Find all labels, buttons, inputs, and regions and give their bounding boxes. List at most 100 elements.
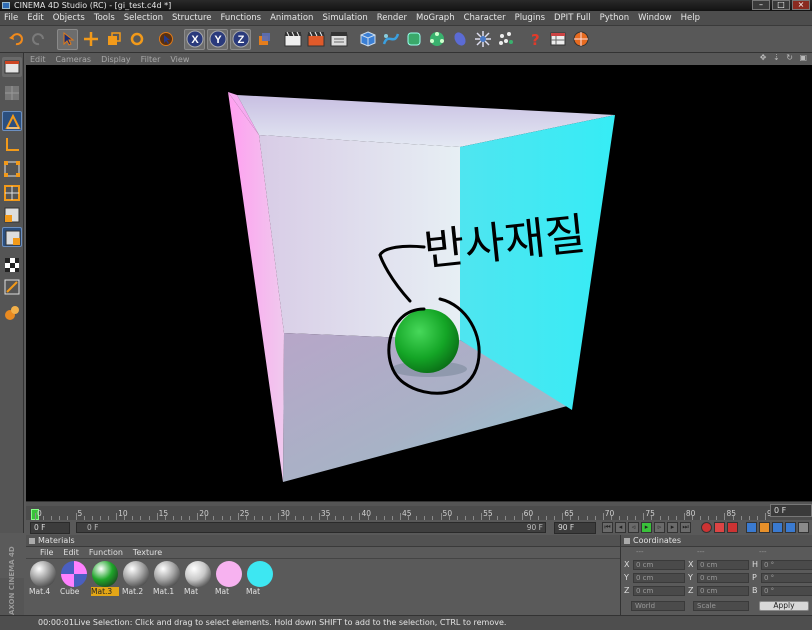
minimize-button[interactable]: – — [752, 0, 770, 10]
menu-file[interactable]: File — [4, 13, 18, 23]
viewport-menu-display[interactable]: Display — [101, 55, 131, 64]
current-frame-field[interactable]: 0 F — [30, 522, 70, 534]
undo-button[interactable] — [5, 29, 26, 50]
menu-plugins[interactable]: Plugins — [515, 13, 545, 23]
coordinate-value-field[interactable]: 0 ° — [761, 559, 812, 570]
menu-mograph[interactable]: MoGraph — [416, 13, 455, 23]
menu-selection[interactable]: Selection — [124, 13, 163, 23]
viewport-navigation-icons[interactable]: ✥ ⇣ ↻ ▣ — [760, 53, 809, 62]
close-button[interactable]: × — [792, 0, 810, 10]
materials-menu-texture[interactable]: Texture — [133, 548, 162, 557]
add-cube-button[interactable] — [357, 29, 378, 50]
material-swatch[interactable]: Mat.4 — [28, 561, 58, 597]
menu-python[interactable]: Python — [600, 13, 629, 23]
menu-tools[interactable]: Tools — [94, 13, 115, 23]
timeline-ruler[interactable]: 051015202530354045505560657075808590 0 F — [26, 501, 812, 520]
next-key-button[interactable]: ▸ — [667, 522, 678, 533]
y-axis-lock[interactable]: Y — [207, 28, 228, 50]
menu-edit[interactable]: Edit — [27, 13, 43, 23]
uv-mode-button[interactable] — [2, 227, 22, 247]
preview-range-slider[interactable]: 0 F 90 F — [76, 522, 546, 533]
add-array-button[interactable] — [426, 29, 447, 50]
menu-character[interactable]: Character — [464, 13, 506, 23]
autokey-button[interactable] — [714, 522, 725, 533]
polygons-mode-button[interactable] — [2, 205, 22, 225]
timeline-end-frame[interactable]: 0 F — [770, 504, 812, 517]
coordinate-value-field[interactable]: 0 cm — [633, 585, 685, 596]
go-to-start-button[interactable]: ⏮ — [602, 522, 613, 533]
materials-menu-file[interactable]: File — [40, 548, 53, 557]
max-frame-field[interactable]: 90 F — [554, 522, 596, 534]
add-deformer-button[interactable] — [449, 29, 470, 50]
material-swatch[interactable]: Mat — [245, 561, 275, 597]
play-button[interactable]: ▸ — [641, 522, 652, 533]
material-swatch[interactable]: Mat.3 — [90, 561, 120, 597]
coordinate-system-button[interactable] — [253, 29, 274, 50]
object-manager-button[interactable] — [547, 29, 568, 50]
material-swatch[interactable]: Mat.1 — [152, 561, 182, 597]
menu-functions[interactable]: Functions — [221, 13, 262, 23]
render-settings-button[interactable] — [328, 29, 349, 50]
coordinate-value-field[interactable]: 0 cm — [633, 572, 685, 583]
previous-key-button[interactable]: ◂ — [615, 522, 626, 533]
record-parameter-button[interactable] — [785, 522, 796, 533]
coordinate-value-field[interactable]: 0 ° — [761, 572, 812, 583]
viewport-menu-view[interactable]: View — [170, 55, 189, 64]
menu-objects[interactable]: Objects — [53, 13, 85, 23]
coordinate-value-field[interactable]: 0 cm — [697, 572, 749, 583]
viewport-3d[interactable]: 반사재질 — [26, 65, 812, 501]
add-scene-button[interactable] — [472, 29, 493, 50]
size-mode-dropdown[interactable]: Scale — [693, 601, 749, 611]
sculpt-button[interactable] — [2, 303, 22, 323]
record-button[interactable] — [701, 522, 712, 533]
go-to-end-button[interactable]: ⏭ — [680, 522, 691, 533]
object-axis-button[interactable] — [2, 135, 22, 155]
previous-frame-button[interactable]: ◃ — [628, 522, 639, 533]
add-nurbs-button[interactable] — [403, 29, 424, 50]
menu-simulation[interactable]: Simulation — [322, 13, 367, 23]
timeline-track[interactable]: 051015202530354045505560657075808590 — [26, 506, 812, 520]
render-view-button[interactable] — [282, 29, 303, 50]
menu-structure[interactable]: Structure — [172, 13, 212, 23]
web-button[interactable] — [570, 29, 591, 50]
live-selection-tool[interactable] — [57, 28, 78, 50]
material-swatch[interactable]: Cube — [59, 561, 89, 597]
coordinate-value-field[interactable]: 0 cm — [697, 585, 749, 596]
record-position-button[interactable] — [746, 522, 757, 533]
add-spline-button[interactable] — [380, 29, 401, 50]
materials-menu-function[interactable]: Function — [89, 548, 123, 557]
materials-menu-edit[interactable]: Edit — [63, 548, 79, 557]
render-picture-viewer-button[interactable] — [305, 29, 326, 50]
viewport-menu-edit[interactable]: Edit — [30, 55, 46, 64]
rotate-tool[interactable] — [126, 29, 147, 50]
next-frame-button[interactable]: ▹ — [654, 522, 665, 533]
material-swatch[interactable]: Mat — [183, 561, 213, 597]
x-axis-lock[interactable]: X — [184, 28, 205, 50]
workplane-button[interactable] — [2, 255, 22, 275]
menu-help[interactable]: Help — [681, 13, 700, 23]
coordinate-mode-dropdown[interactable]: World — [631, 601, 685, 611]
move-tool[interactable] — [80, 29, 101, 50]
edges-mode-button[interactable] — [2, 183, 22, 203]
record-pla-button[interactable] — [798, 522, 809, 533]
menu-window[interactable]: Window — [638, 13, 672, 23]
record-scale-button[interactable] — [759, 522, 770, 533]
record-rotation-button[interactable] — [772, 522, 783, 533]
points-mode-button[interactable] — [2, 159, 22, 179]
menu-animation[interactable]: Animation — [270, 13, 313, 23]
recent-tool-button[interactable] — [155, 29, 176, 50]
z-axis-lock[interactable]: Z — [230, 28, 251, 50]
menu-dpit-full[interactable]: DPIT Full — [554, 13, 591, 23]
keyframe-selection-button[interactable] — [727, 522, 738, 533]
apply-button[interactable]: Apply — [759, 601, 809, 611]
texture-mode-button[interactable] — [2, 83, 22, 103]
menu-render[interactable]: Render — [377, 13, 407, 23]
coordinate-value-field[interactable]: 0 ° — [761, 585, 812, 596]
viewport-layout-button[interactable] — [2, 57, 22, 77]
viewport-menu-filter[interactable]: Filter — [141, 55, 161, 64]
material-swatch[interactable]: Mat — [214, 561, 244, 597]
maximize-button[interactable]: □ — [772, 0, 790, 10]
help-button[interactable]: ? — [524, 29, 545, 50]
scale-tool[interactable] — [103, 29, 124, 50]
viewport-menu-cameras[interactable]: Cameras — [56, 55, 92, 64]
